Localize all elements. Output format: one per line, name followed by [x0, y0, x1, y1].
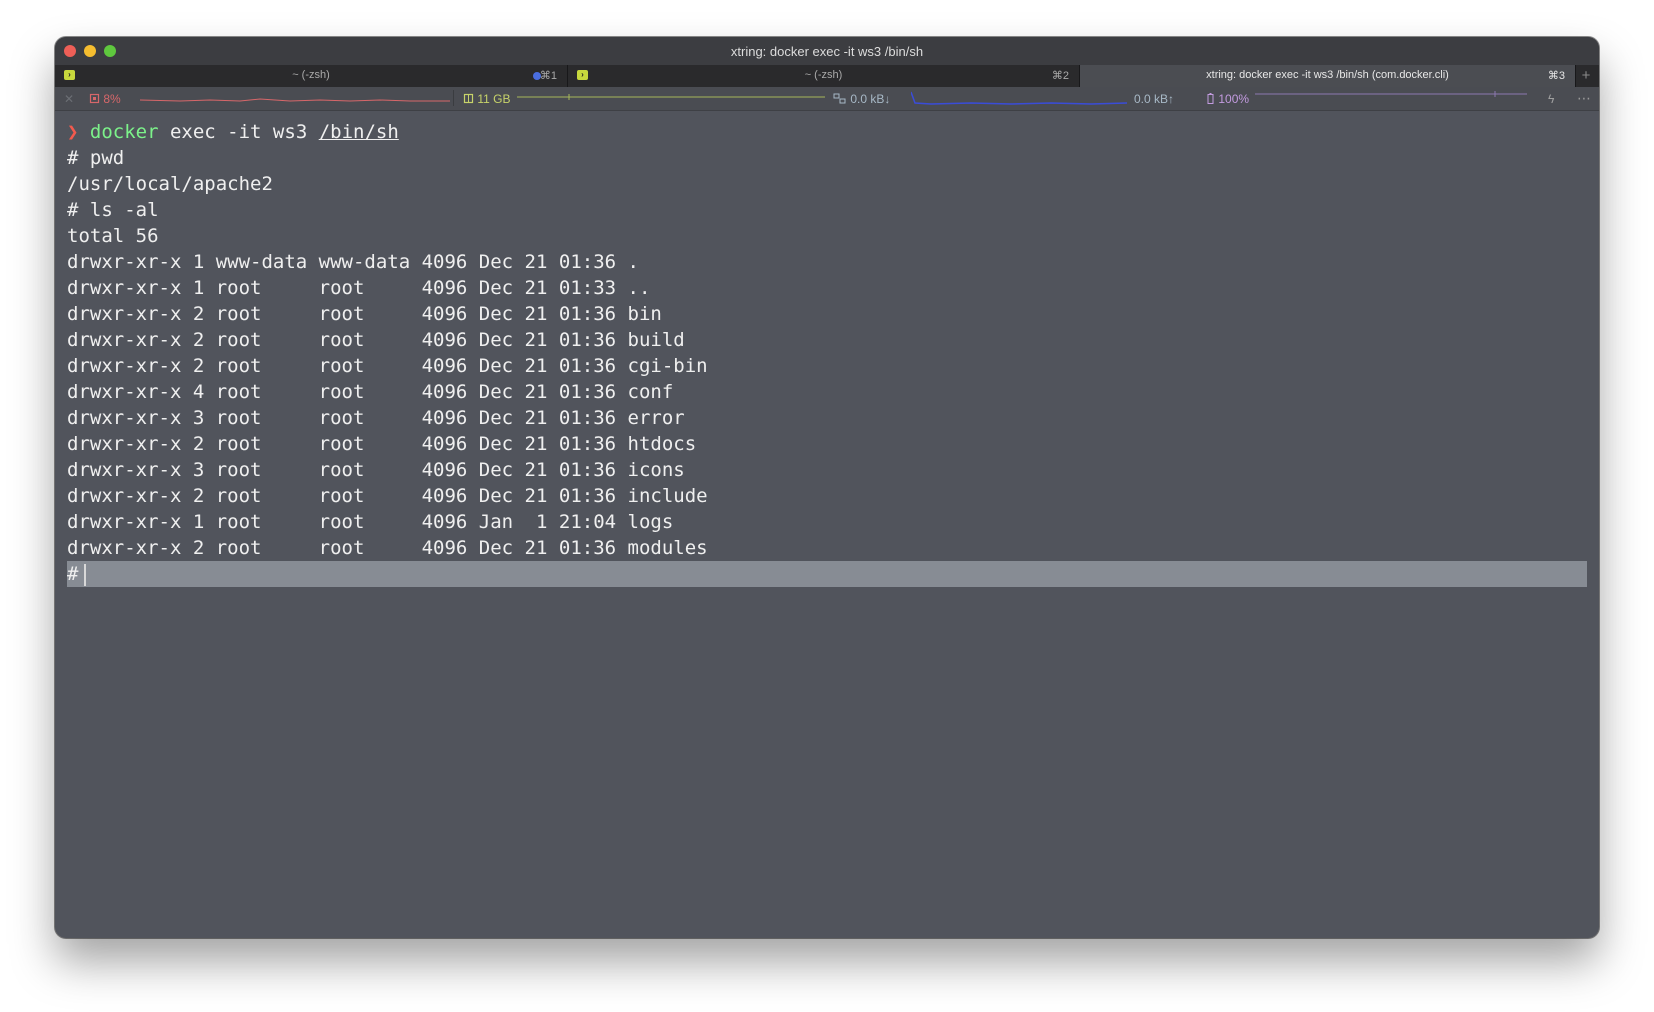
command-line: ❯ docker exec -it ws3 /bin/sh	[67, 119, 1587, 145]
charging-icon: ϟ	[1548, 92, 1555, 106]
network-up-value: 0.0 kB↑	[1134, 92, 1175, 106]
terminal-line: # pwd	[67, 147, 125, 169]
terminal-line: drwxr-xr-x 1 www-data www-data 4096 Dec …	[67, 251, 639, 273]
terminal-line: drwxr-xr-x 4 root root 4096 Dec 21 01:36…	[67, 381, 674, 403]
tab-label: ~ (-zsh)	[804, 69, 843, 81]
terminal-line: drwxr-xr-x 2 root root 4096 Dec 21 01:36…	[67, 537, 708, 559]
terminal-line: drwxr-xr-x 2 root root 4096 Dec 21 01:36…	[67, 355, 708, 377]
cpu-graph	[140, 98, 450, 102]
terminal-window: xtring: docker exec -it ws3 /bin/sh › ~ …	[55, 37, 1599, 938]
network-icon	[833, 93, 846, 104]
battery-graph	[1255, 91, 1527, 97]
terminal-line: drwxr-xr-x 2 root root 4096 Dec 21 01:36…	[67, 485, 708, 507]
terminal-line: /usr/local/apache2	[67, 173, 273, 195]
status-bar: ✕ 8% 11 GB 0.0 kB↓ 0.0 kB↑ 100% ϟ ⋯	[55, 87, 1599, 111]
network-graph	[911, 91, 1127, 105]
command-args: exec -it ws3	[158, 121, 319, 143]
cpu-status: 8%	[89, 92, 121, 106]
status-close-icon[interactable]: ✕	[64, 92, 74, 106]
prompt-arrow-icon: ❯	[67, 121, 79, 143]
tab-shortcut: ⌘3	[1547, 70, 1565, 82]
text-cursor	[84, 563, 87, 586]
network-down-status: 0.0 kB↓	[833, 92, 890, 106]
terminal-line: drwxr-xr-x 3 root root 4096 Dec 21 01:36…	[67, 407, 685, 429]
terminal-output[interactable]: ❯ docker exec -it ws3 /bin/sh # pwd/usr/…	[67, 119, 1587, 587]
tab-2[interactable]: › ~ (-zsh) ⌘2	[568, 65, 1080, 87]
tab-shortcut: ⌘2	[1051, 70, 1069, 82]
tab-label: xtring: docker exec -it ws3 /bin/sh (com…	[1206, 69, 1449, 81]
separator	[453, 90, 454, 106]
memory-value: 11 GB	[477, 92, 511, 106]
command-name: docker	[89, 121, 159, 143]
status-more-icon[interactable]: ⋯	[1577, 90, 1591, 107]
terminal-line: drwxr-xr-x 2 root root 4096 Dec 21 01:36…	[67, 303, 662, 325]
tab-label: ~ (-zsh)	[292, 69, 330, 81]
tab-bar: › ~ (-zsh) ⌘1 › ~ (-zsh) ⌘2 xtring: dock…	[55, 65, 1599, 87]
battery-value: 100%	[1218, 92, 1250, 106]
output-lines: # pwd/usr/local/apache2 # ls -al total 56 d…	[67, 145, 1587, 561]
tab-1[interactable]: › ~ (-zsh) ⌘1	[55, 65, 568, 87]
current-prompt-line[interactable]: #	[67, 561, 1587, 587]
cpu-icon	[89, 93, 100, 104]
window-title: xtring: docker exec -it ws3 /bin/sh	[730, 44, 924, 59]
memory-graph	[517, 94, 825, 100]
tab-shortcut: ⌘1	[539, 70, 557, 82]
memory-status: 11 GB	[463, 92, 510, 106]
shell-prompt: #	[67, 563, 79, 585]
network-down-value: 0.0 kB↓	[850, 92, 891, 106]
terminal-line: drwxr-xr-x 2 root root 4096 Dec 21 01:36…	[67, 329, 685, 351]
memory-icon	[463, 93, 474, 104]
new-tab-button[interactable]: +	[1577, 65, 1595, 87]
title-bar[interactable]: xtring: docker exec -it ws3 /bin/sh	[55, 37, 1599, 65]
terminal-line: total 56	[67, 225, 159, 247]
terminal-line: drwxr-xr-x 1 root root 4096 Dec 21 01:33…	[67, 277, 651, 299]
battery-icon	[1207, 93, 1214, 104]
terminal-line: drwxr-xr-x 2 root root 4096 Dec 21 01:36…	[67, 433, 697, 455]
terminal-line: drwxr-xr-x 1 root root 4096 Jan 1 21:04 …	[67, 511, 674, 533]
cpu-value: 8%	[103, 92, 121, 106]
battery-status: 100%	[1207, 92, 1249, 106]
terminal-line: drwxr-xr-x 3 root root 4096 Dec 21 01:36…	[67, 459, 685, 481]
tab-3[interactable]: xtring: docker exec -it ws3 /bin/sh (com…	[1080, 65, 1576, 87]
command-path: /bin/sh	[318, 121, 399, 143]
terminal-line: # ls -al	[67, 199, 159, 221]
